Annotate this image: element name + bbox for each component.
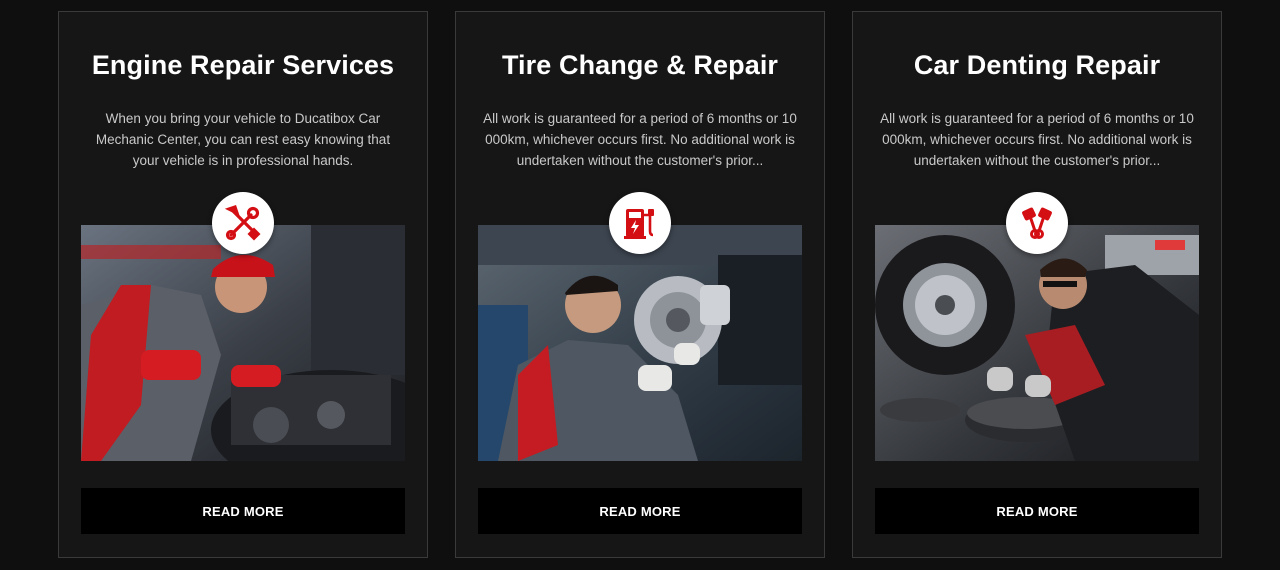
mechanic-engine-photo: [81, 225, 405, 461]
read-more-button[interactable]: READ MORE: [875, 488, 1199, 534]
card-title: Engine Repair Services: [91, 50, 395, 80]
service-card-tire-change: Tire Change & Repair All work is guarant…: [455, 11, 825, 558]
read-more-button[interactable]: READ MORE: [81, 488, 405, 534]
card-title: Tire Change & Repair: [501, 50, 779, 80]
services-section: Engine Repair Services When you bring yo…: [0, 0, 1280, 570]
card-description: All work is guaranteed for a period of 6…: [880, 111, 1194, 168]
card-title: Car Denting Repair: [913, 50, 1161, 80]
mechanic-brake-disc-photo: [478, 225, 802, 461]
service-card-denting-repair: Car Denting Repair All work is guarantee…: [852, 11, 1222, 558]
pistons-icon: [1006, 192, 1068, 254]
read-more-button[interactable]: READ MORE: [478, 488, 802, 534]
mechanic-wheel-photo: [875, 225, 1199, 461]
card-description: When you bring your vehicle to Ducatibox…: [95, 111, 391, 168]
card-description: All work is guaranteed for a period of 6…: [483, 111, 797, 168]
wrench-screwdriver-icon: [212, 192, 274, 254]
service-card-engine-repair: Engine Repair Services When you bring yo…: [58, 11, 428, 558]
ev-charger-icon: [609, 192, 671, 254]
